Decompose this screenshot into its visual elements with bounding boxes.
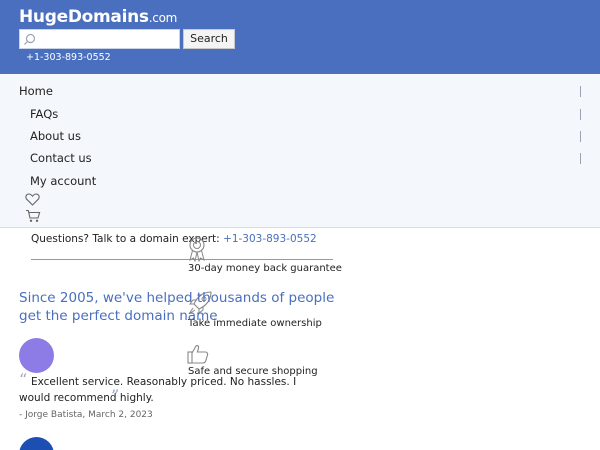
cart-icon[interactable] <box>25 209 41 223</box>
nav-divider <box>580 131 581 142</box>
section-divider <box>31 259 333 260</box>
nav-item-home[interactable]: Home <box>19 84 53 98</box>
nav-item-contact-us[interactable]: Contact us <box>30 151 92 165</box>
nav-divider <box>580 153 581 164</box>
testimonial-body: Excellent service. Reasonably priced. No… <box>19 376 297 404</box>
avatar <box>19 437 54 450</box>
nav-item-my-account[interactable]: My account <box>30 174 96 188</box>
logo-suffix-text: .com <box>148 11 178 25</box>
heart-icon[interactable] <box>25 193 40 206</box>
header-phone[interactable]: +1-303-893-0552 <box>26 52 111 63</box>
avatar <box>19 338 54 373</box>
close-quote-icon: ” <box>111 386 120 405</box>
ribbon-award-icon <box>189 237 205 262</box>
nav-item-about-us[interactable]: About us <box>30 129 81 143</box>
help-line: Questions? Talk to a domain expert: +1-3… <box>31 233 317 245</box>
testimonial-text: Excellent service. Reasonably priced. No… <box>19 374 319 406</box>
nav-divider <box>580 86 581 97</box>
nav-divider <box>580 109 581 120</box>
search-button[interactable]: Search <box>183 29 235 49</box>
site-header: HugeDomains.com Search +1-303-893-0552 <box>0 0 600 74</box>
site-logo[interactable]: HugeDomains.com <box>19 7 177 27</box>
nav-item-faqs[interactable]: FAQs <box>30 107 58 121</box>
search-input[interactable] <box>38 31 176 47</box>
main-nav: Home FAQs About us Contact us My account <box>0 74 600 228</box>
help-phone-link[interactable]: +1-303-893-0552 <box>223 233 317 245</box>
logo-main-text: HugeDomains <box>19 7 149 27</box>
search-icon <box>24 33 36 45</box>
search-box <box>19 29 180 49</box>
testimonial-author: - Jorge Batista, March 2, 2023 <box>19 410 153 420</box>
thumbs-up-icon <box>187 345 209 364</box>
page-headline: Since 2005, we've helped thousands of pe… <box>19 290 335 324</box>
feature-money-back: 30-day money back guarantee <box>188 263 342 274</box>
